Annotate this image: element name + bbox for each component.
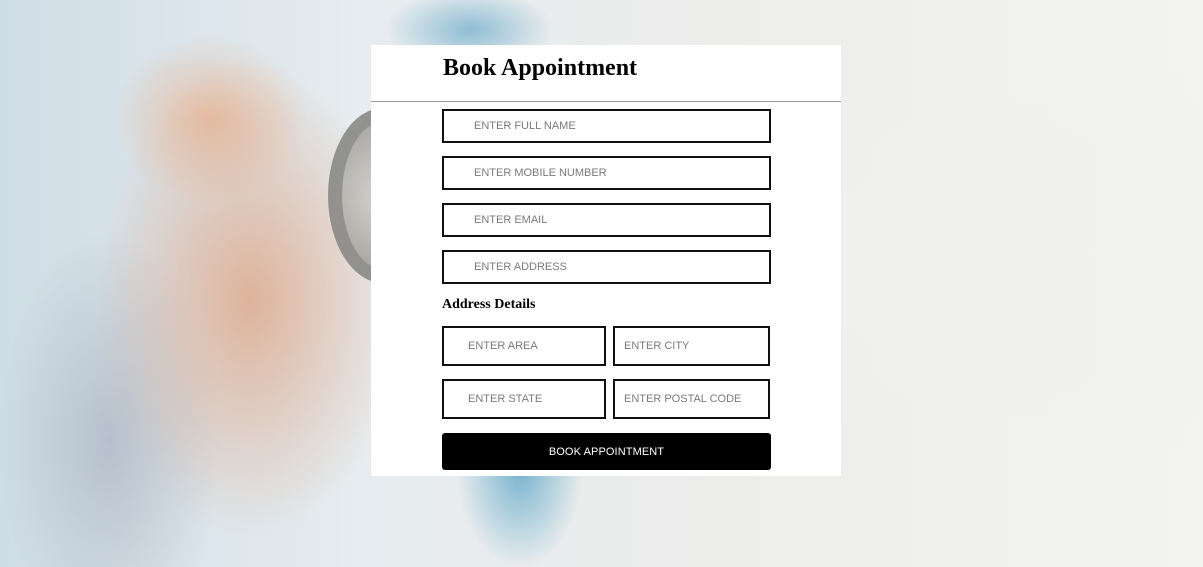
postal-code-input[interactable]	[613, 379, 770, 419]
appointment-form: Book Appointment Address Details BOOK AP…	[371, 45, 841, 476]
form-title: Book Appointment	[443, 55, 638, 81]
email-input[interactable]	[442, 203, 771, 237]
state-input[interactable]	[442, 379, 606, 419]
title-divider	[371, 101, 841, 102]
area-input[interactable]	[442, 326, 606, 366]
full-name-input[interactable]	[442, 109, 771, 143]
address-details-label: Address Details	[442, 297, 536, 312]
address-input[interactable]	[442, 250, 771, 284]
city-input[interactable]	[613, 326, 770, 366]
mobile-number-input[interactable]	[442, 156, 771, 190]
book-appointment-button[interactable]: BOOK APPOINTMENT	[442, 433, 771, 470]
